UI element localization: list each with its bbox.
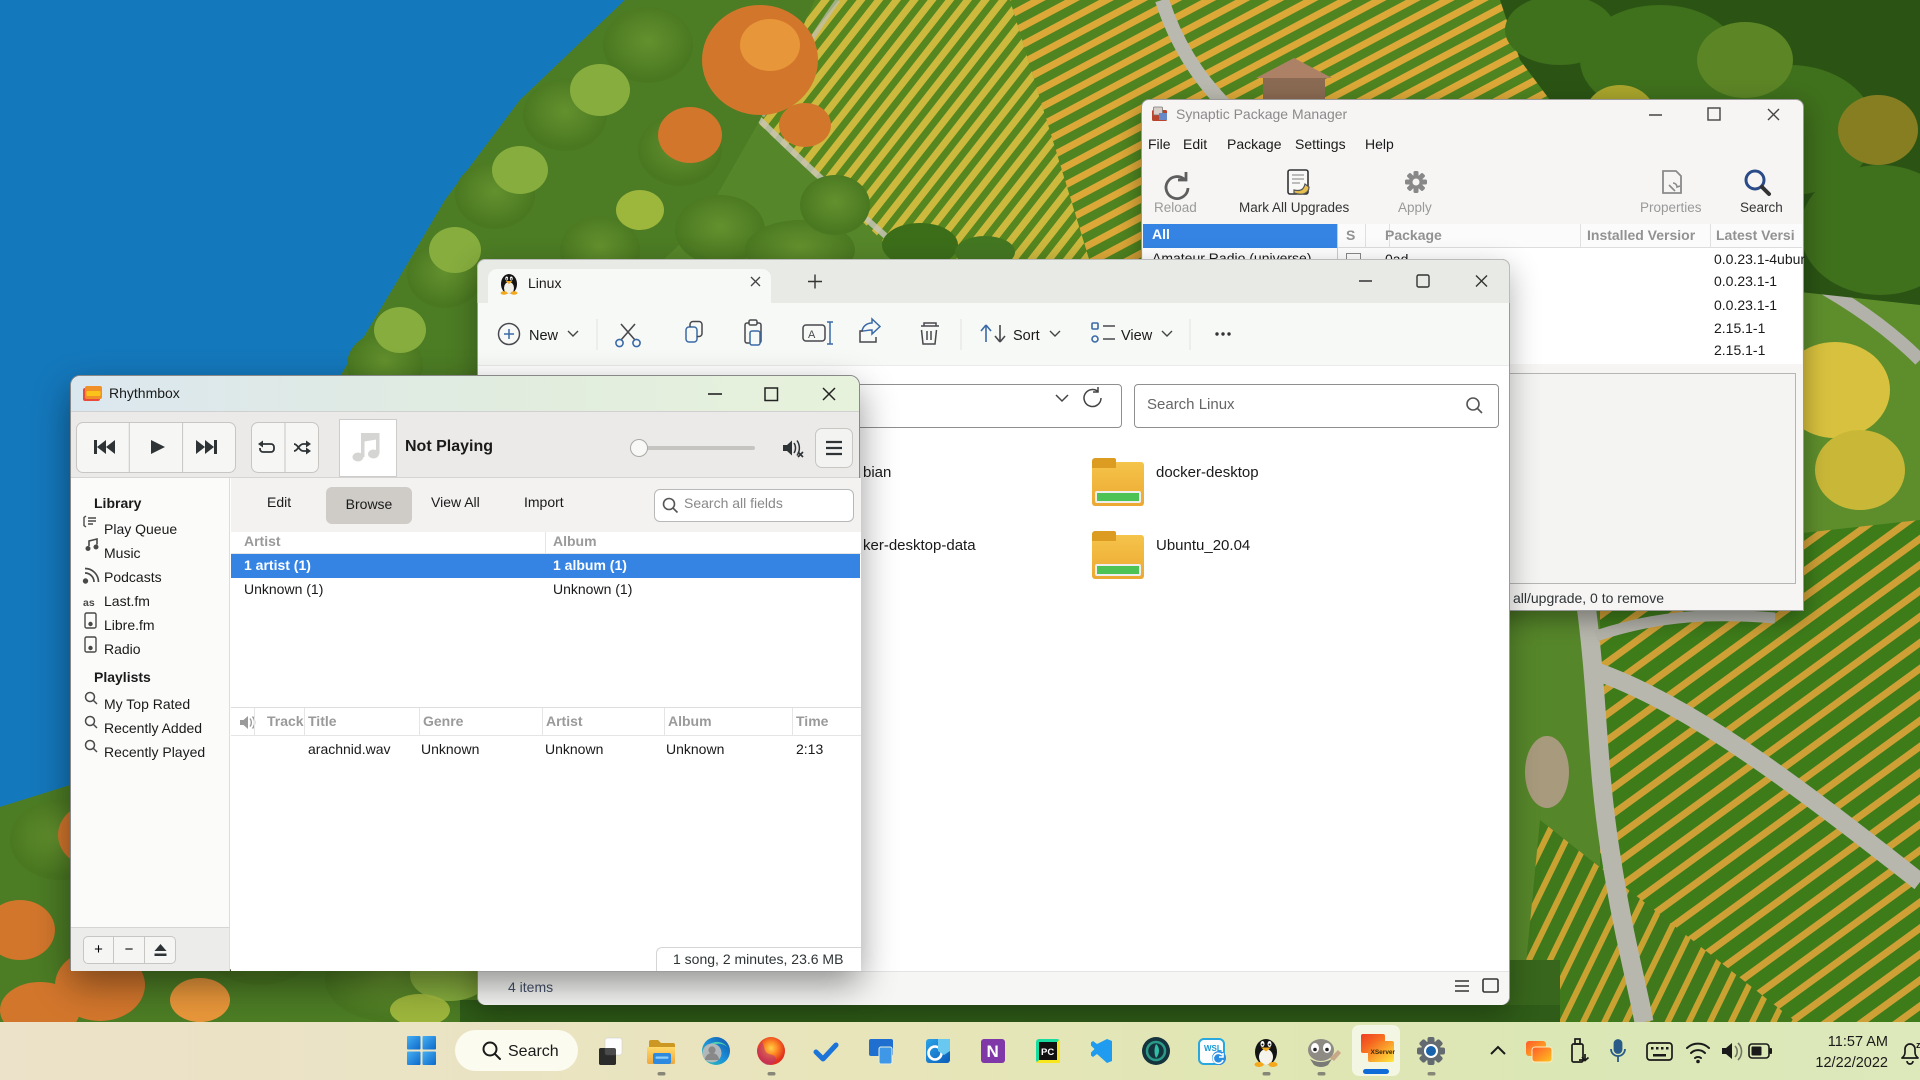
svg-text:12/22/2022: 12/22/2022 xyxy=(1815,1055,1888,1071)
svg-text:View: View xyxy=(1121,328,1153,344)
svg-text:XServer: XServer xyxy=(1371,1049,1396,1056)
svg-text:A: A xyxy=(808,329,816,341)
svg-text:PC: PC xyxy=(1041,1047,1054,1058)
svg-text:Search: Search xyxy=(508,1043,559,1060)
svg-text:Linux: Linux xyxy=(528,275,561,291)
svg-text:z: z xyxy=(1916,1040,1920,1050)
svg-text:as: as xyxy=(83,597,95,609)
svg-text:11:57 AM: 11:57 AM xyxy=(1828,1034,1888,1050)
svg-text:New: New xyxy=(529,328,559,344)
svg-text:Sort: Sort xyxy=(1013,328,1040,344)
svg-text:N: N xyxy=(987,1042,999,1061)
